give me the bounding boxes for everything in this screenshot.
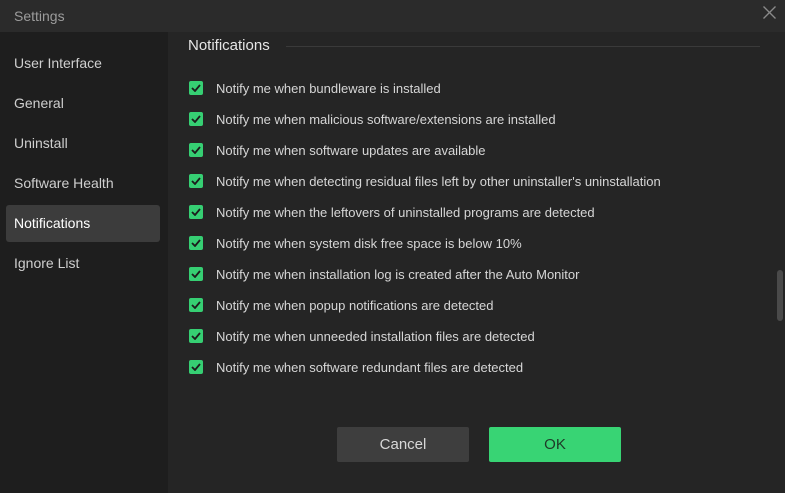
checkbox[interactable] (189, 360, 203, 374)
close-button[interactable] (753, 0, 785, 30)
option-bundleware[interactable]: Notify me when bundleware is installed (189, 79, 441, 97)
check-icon (191, 363, 201, 371)
checkbox[interactable] (189, 205, 203, 219)
checkbox[interactable] (189, 236, 203, 250)
option-label: Notify me when bundleware is installed (216, 80, 441, 96)
sidebar-item-ignore-list[interactable]: Ignore List (6, 245, 160, 282)
close-icon (762, 6, 776, 24)
check-icon (191, 332, 201, 340)
ok-button[interactable]: OK (489, 427, 621, 462)
check-icon (191, 115, 201, 123)
checkbox[interactable] (189, 298, 203, 312)
section-title: Notifications (188, 37, 270, 54)
scrollbar-thumb[interactable] (777, 270, 783, 321)
section-divider (286, 46, 760, 47)
option-leftovers[interactable]: Notify me when the leftovers of uninstal… (189, 203, 595, 221)
option-label: Notify me when the leftovers of uninstal… (216, 204, 595, 220)
check-icon (191, 301, 201, 309)
option-software-updates[interactable]: Notify me when software updates are avai… (189, 141, 486, 159)
checkbox[interactable] (189, 143, 203, 157)
settings-content: Notifications Notify me when bundleware … (168, 32, 785, 493)
sidebar-item-notifications[interactable]: Notifications (6, 205, 160, 242)
option-installation-log[interactable]: Notify me when installation log is creat… (189, 265, 579, 283)
sidebar-item-software-health[interactable]: Software Health (6, 165, 160, 202)
option-label: Notify me when software redundant files … (216, 359, 524, 375)
settings-window: Settings User Interface General Uninstal… (0, 0, 785, 493)
sidebar-item-general[interactable]: General (6, 85, 160, 122)
sidebar-item-user-interface[interactable]: User Interface (6, 45, 160, 82)
option-residual-files[interactable]: Notify me when detecting residual files … (189, 172, 661, 190)
window-title: Settings (14, 8, 65, 24)
checkbox[interactable] (189, 329, 203, 343)
option-malicious-software[interactable]: Notify me when malicious software/extens… (189, 110, 556, 128)
checkbox[interactable] (189, 112, 203, 126)
checkbox[interactable] (189, 174, 203, 188)
option-label: Notify me when popup notifications are d… (216, 297, 494, 313)
option-label: Notify me when malicious software/extens… (216, 111, 556, 127)
option-label: Notify me when unneeded installation fil… (216, 328, 535, 344)
check-icon (191, 84, 201, 92)
check-icon (191, 146, 201, 154)
checkbox[interactable] (189, 267, 203, 281)
option-redundant-files[interactable]: Notify me when software redundant files … (189, 358, 523, 376)
sidebar-item-uninstall[interactable]: Uninstall (6, 125, 160, 162)
check-icon (191, 208, 201, 216)
option-label: Notify me when software updates are avai… (216, 142, 486, 158)
title-bar: Settings (0, 0, 785, 32)
checkbox[interactable] (189, 81, 203, 95)
option-popup-notifications[interactable]: Notify me when popup notifications are d… (189, 296, 494, 314)
check-icon (191, 239, 201, 247)
option-label: Notify me when system disk free space is… (216, 235, 522, 251)
check-icon (191, 270, 201, 278)
option-label: Notify me when installation log is creat… (216, 266, 580, 282)
option-disk-space[interactable]: Notify me when system disk free space is… (189, 234, 522, 252)
option-unneeded-installation-files[interactable]: Notify me when unneeded installation fil… (189, 327, 535, 345)
cancel-button[interactable]: Cancel (337, 427, 469, 462)
sidebar: User Interface General Uninstall Softwar… (0, 32, 168, 493)
check-icon (191, 177, 201, 185)
option-label: Notify me when detecting residual files … (216, 173, 661, 189)
